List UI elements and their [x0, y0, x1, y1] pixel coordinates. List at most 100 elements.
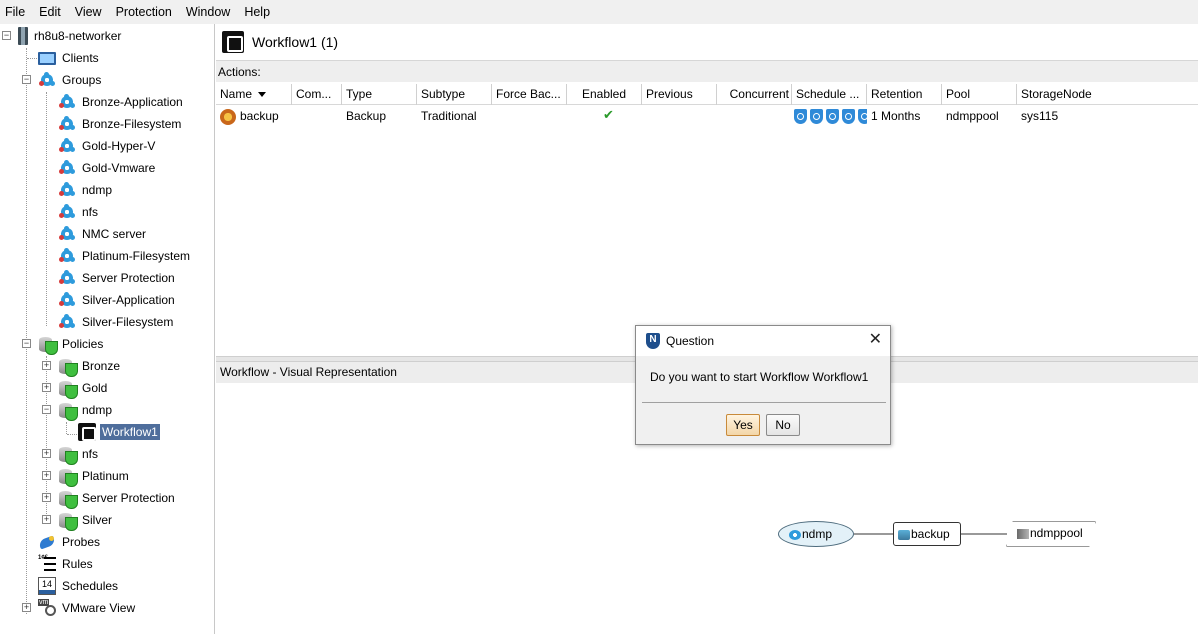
- tree-node-label: Schedules: [62, 579, 119, 593]
- group-icon: [38, 71, 56, 89]
- close-icon[interactable]: ✕: [869, 332, 882, 348]
- tree-node-policy[interactable]: Silver: [58, 509, 114, 531]
- tree-node-group[interactable]: Silver-Filesystem: [58, 311, 175, 333]
- tree-node-label: Bronze-Application: [82, 95, 183, 109]
- tree-node-group[interactable]: Gold-Vmware: [58, 157, 157, 179]
- dialog-title-bar[interactable]: N Question ✕: [636, 326, 890, 356]
- tree-node-label: ndmp: [82, 403, 113, 417]
- menu-file[interactable]: File: [0, 0, 32, 24]
- collapse-toggle[interactable]: −: [22, 339, 31, 348]
- group-icon: [58, 203, 76, 221]
- expand-toggle[interactable]: +: [42, 493, 51, 502]
- tree-node-group[interactable]: Gold-Hyper-V: [58, 135, 157, 157]
- tree-node-vmware[interactable]: VMware View: [38, 597, 137, 619]
- cell-schedule: [792, 106, 867, 127]
- menu-help[interactable]: Help: [237, 0, 277, 24]
- column-header-subtype[interactable]: Subtype: [417, 84, 492, 105]
- expand-toggle[interactable]: +: [42, 471, 51, 480]
- tree-node-policy[interactable]: ndmp: [58, 399, 114, 421]
- yes-button[interactable]: Yes: [726, 414, 760, 436]
- schedule-day-icon: [826, 109, 839, 125]
- tree-node-label-selected: Workflow1: [100, 424, 160, 440]
- workflow-icon: [222, 31, 244, 53]
- column-header-pool[interactable]: Pool: [942, 84, 1017, 105]
- policy-icon: [58, 511, 78, 531]
- tree-node-groups[interactable]: Groups: [38, 69, 103, 91]
- expand-toggle[interactable]: +: [42, 449, 51, 458]
- collapse-toggle[interactable]: −: [2, 31, 11, 40]
- page-title: Workflow1 (1): [252, 34, 339, 50]
- diagram-node-pool[interactable]: ndmppool: [1007, 522, 1095, 546]
- tree-connector: [66, 422, 67, 434]
- cell-retention: 1 Months: [871, 109, 921, 123]
- tree-node-label: ndmp: [82, 183, 113, 197]
- tree-node-label: Gold-Hyper-V: [82, 139, 156, 153]
- table-row[interactable]: backup Backup Traditional ✔ 1 Months ndm…: [216, 106, 1198, 127]
- policy-icon: [58, 445, 78, 465]
- navigation-tree: − rh8u8-networker Clients − Groups Bronz…: [0, 24, 215, 634]
- column-header-schedule[interactable]: Schedule ...: [792, 84, 867, 105]
- menu-window[interactable]: Window: [179, 0, 237, 24]
- expand-toggle[interactable]: +: [42, 361, 51, 370]
- column-header-enabled[interactable]: Enabled: [567, 84, 642, 105]
- tree-node-policies[interactable]: Policies: [38, 333, 105, 355]
- column-header-name[interactable]: Name: [216, 84, 292, 105]
- column-header-previous[interactable]: Previous: [642, 84, 717, 105]
- tree-node-group[interactable]: Server Protection: [58, 267, 177, 289]
- menu-protection[interactable]: Protection: [109, 0, 179, 24]
- tree-node-group[interactable]: ndmp: [58, 179, 114, 201]
- schedule-day-icon: [858, 109, 867, 125]
- tree-node-group[interactable]: Bronze-Filesystem: [58, 113, 183, 135]
- expand-toggle[interactable]: +: [42, 515, 51, 524]
- group-icon: [58, 269, 76, 287]
- actions-label: Actions:: [218, 64, 261, 79]
- monitor-icon: [38, 51, 56, 65]
- diagram-node-group[interactable]: ndmp: [778, 521, 854, 547]
- column-header-force-backup[interactable]: Force Bac...: [492, 84, 567, 105]
- tree-node-group[interactable]: NMC server: [58, 223, 148, 245]
- no-button[interactable]: No: [766, 414, 800, 436]
- networker-app: File Edit View Protection Window Help − …: [0, 0, 1198, 634]
- tree-node-policy[interactable]: Server Protection: [58, 487, 177, 509]
- actions-table-header: Name Com... Type Subtype Force Bac... En…: [216, 84, 1198, 105]
- tree-node-schedules[interactable]: 14 Schedules: [38, 575, 120, 597]
- schedule-day-icon: [842, 109, 855, 125]
- tree-node-root[interactable]: rh8u8-networker: [14, 25, 123, 47]
- column-header-type[interactable]: Type: [342, 84, 417, 105]
- tree-node-label: Bronze: [82, 359, 121, 373]
- tree-node-group[interactable]: Bronze-Application: [58, 91, 185, 113]
- tree-node-workflow[interactable]: Workflow1: [78, 421, 160, 443]
- tree-node-group[interactable]: Silver-Application: [58, 289, 177, 311]
- check-icon: ✔: [603, 107, 614, 122]
- diagram-node-action[interactable]: backup: [893, 522, 961, 546]
- expand-toggle[interactable]: +: [42, 383, 51, 392]
- tree-node-label: rh8u8-networker: [34, 29, 122, 43]
- tree-node-policy[interactable]: Bronze: [58, 355, 122, 377]
- menu-edit[interactable]: Edit: [32, 0, 68, 24]
- tree-node-policy[interactable]: Gold: [58, 377, 109, 399]
- schedule-day-icon: [794, 109, 807, 125]
- tree-node-probes[interactable]: Probes: [38, 531, 102, 553]
- tree-node-clients[interactable]: Clients: [38, 47, 101, 69]
- column-header-concurrent[interactable]: Concurrent: [717, 84, 792, 105]
- backup-icon: [898, 529, 910, 540]
- tree-node-rules[interactable]: Rules: [38, 553, 95, 575]
- expand-toggle[interactable]: +: [22, 603, 31, 612]
- group-icon: [58, 247, 76, 265]
- cell-force-backup: [492, 106, 567, 127]
- group-icon: [58, 181, 76, 199]
- collapse-toggle[interactable]: −: [42, 405, 51, 414]
- tree-node-policy[interactable]: nfs: [58, 443, 100, 465]
- column-header-comment[interactable]: Com...: [292, 84, 342, 105]
- policy-icon: [38, 335, 58, 355]
- pool-icon: [1017, 528, 1029, 539]
- tree-node-group[interactable]: Platinum-Filesystem: [58, 245, 192, 267]
- tree-node-group[interactable]: nfs: [58, 201, 100, 223]
- schedule-day-icon: [810, 109, 823, 125]
- column-header-retention[interactable]: Retention: [867, 84, 942, 105]
- menu-view[interactable]: View: [68, 0, 109, 24]
- tree-node-policy[interactable]: Platinum: [58, 465, 131, 487]
- collapse-toggle[interactable]: −: [22, 75, 31, 84]
- tree-connector: [67, 434, 77, 435]
- column-header-storage-node[interactable]: StorageNode: [1017, 84, 1198, 105]
